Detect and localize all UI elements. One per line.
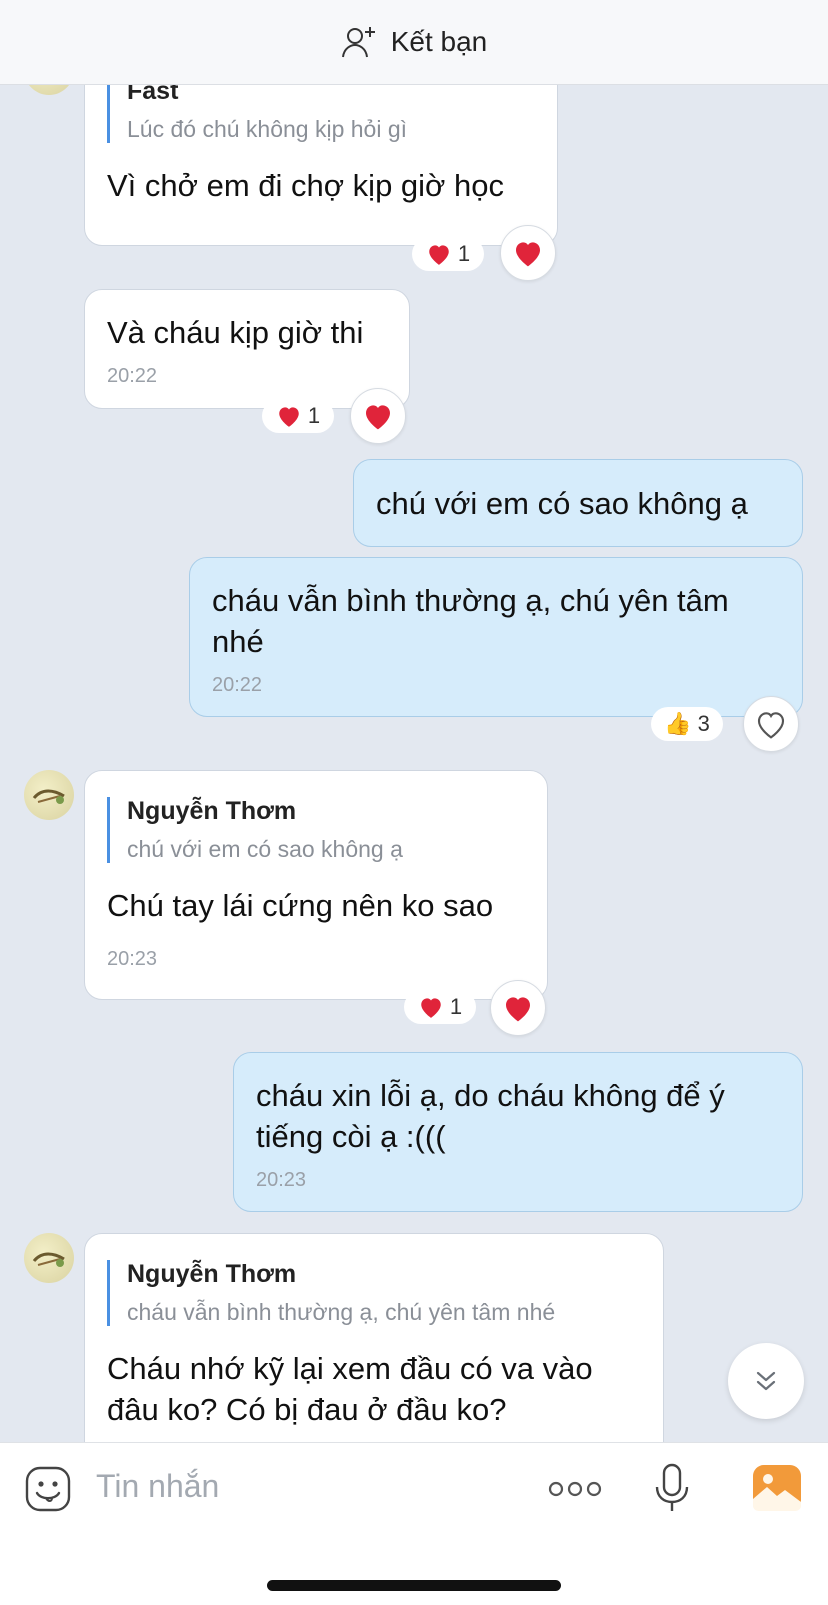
react-button[interactable] <box>490 980 546 1036</box>
quote-text: cháu vẫn bình thường ạ, chú yên tâm nhé <box>127 1299 556 1325</box>
quote-author: Nguyễn Thơm <box>127 1260 297 1288</box>
message-text: Cháu nhớ kỹ lại xem đầu có va vào <box>107 1351 593 1386</box>
message-time: 20:23 <box>107 948 158 970</box>
reaction-count[interactable]: 1 <box>412 237 484 271</box>
sticker-icon <box>25 1466 71 1512</box>
reaction-count-value: 3 <box>697 711 710 736</box>
avatar-image <box>32 789 65 804</box>
message-bubble-sent[interactable]: cháu vẫn bình thường ạ, chú yên tâm nhé … <box>189 557 803 717</box>
quoted-message[interactable]: Nguyễn Thơm chú với em có sao không ạ <box>107 797 525 863</box>
message-time: 20:22 <box>107 365 158 387</box>
heart-outline-icon <box>757 712 785 739</box>
add-friend-label: Kết bạn <box>390 26 488 57</box>
react-button[interactable] <box>743 696 799 752</box>
more-options-button[interactable] <box>548 1478 602 1505</box>
message-bubble-sent[interactable]: cháu xin lỗi ạ, do cháu không để ý tiếng… <box>233 1052 803 1212</box>
home-indicator <box>267 1580 561 1591</box>
image-button[interactable] <box>753 1465 801 1516</box>
message-text-line2: đâu ko? Có bị đau ở đầu ko? <box>107 1392 507 1427</box>
reaction-count[interactable]: 1 <box>262 399 334 433</box>
avatar-image <box>32 1252 65 1267</box>
message-bubble-sent[interactable]: chú với em có sao không ạ <box>353 459 803 547</box>
quote-text: chú với em có sao không ạ <box>127 836 403 862</box>
react-button[interactable] <box>500 225 556 281</box>
message-text: Chú tay lái cứng nên ko sao <box>107 888 494 923</box>
more-dots-icon <box>548 1481 602 1497</box>
heart-icon <box>516 242 540 267</box>
reaction-count-value: 1 <box>449 994 463 1019</box>
thumbs-up-icon: 👍 <box>664 711 692 736</box>
reaction-count[interactable]: 👍 3 <box>651 707 723 741</box>
microphone-icon <box>655 1463 689 1511</box>
chat-area[interactable]: Fast Lúc đó chú không kịp hỏi gì Vì chở … <box>0 0 828 1442</box>
message-text-line2: nhé <box>212 624 264 659</box>
message-text-line2: tiếng còi ạ :((( <box>256 1119 446 1154</box>
message-text: cháu vẫn bình thường ạ, chú yên tâm <box>212 583 729 618</box>
quote-author: Nguyễn Thơm <box>127 797 297 825</box>
message-text: Và cháu kịp giờ thi <box>107 315 364 350</box>
message-bubble[interactable]: Nguyễn Thơm chú với em có sao không ạ Ch… <box>84 770 548 1000</box>
contact-avatar[interactable] <box>24 770 74 820</box>
heart-icon <box>429 245 449 265</box>
quoted-message[interactable]: Nguyễn Thơm cháu vẫn bình thường ạ, chú … <box>107 1260 641 1326</box>
message-text: Vì chở em đi chợ kịp giờ học <box>107 168 504 203</box>
quote-text: Lúc đó chú không kịp hỏi gì <box>127 116 408 142</box>
top-bar: Kết bạn <box>0 0 828 85</box>
message-input[interactable]: Tin nhắn <box>96 1468 219 1505</box>
double-chevron-down-icon <box>756 1371 776 1391</box>
message-time: 20:22 <box>212 674 263 696</box>
message-text: chú với em có sao không ạ <box>376 486 748 521</box>
heart-icon <box>366 405 390 430</box>
heart-icon <box>506 997 530 1022</box>
reaction-count-value: 1 <box>307 403 321 428</box>
image-gallery-icon <box>753 1465 801 1511</box>
reaction-count-value: 1 <box>457 241 471 266</box>
voice-button[interactable] <box>654 1463 690 1518</box>
message-bubble[interactable]: Nguyễn Thơm cháu vẫn bình thường ạ, chú … <box>84 1233 664 1442</box>
emoji-button[interactable] <box>24 1465 72 1513</box>
add-friend-button[interactable]: Kết bạn <box>341 25 488 59</box>
react-button[interactable] <box>350 388 406 444</box>
reaction-count[interactable]: 1 <box>404 990 476 1024</box>
scroll-to-bottom-button[interactable] <box>728 1343 804 1419</box>
message-bubble[interactable]: Và cháu kịp giờ thi 20:22 <box>84 289 410 409</box>
message-text: cháu xin lỗi ạ, do cháu không để ý <box>256 1078 725 1113</box>
message-time: 20:23 <box>256 1169 307 1191</box>
heart-icon <box>279 407 299 427</box>
contact-avatar[interactable] <box>24 1233 74 1283</box>
heart-icon <box>421 998 441 1018</box>
composer-bar: Tin nhắn <box>0 1442 828 1605</box>
add-friend-icon <box>341 27 375 58</box>
quoted-message[interactable]: Fast Lúc đó chú không kịp hỏi gì <box>107 77 535 143</box>
